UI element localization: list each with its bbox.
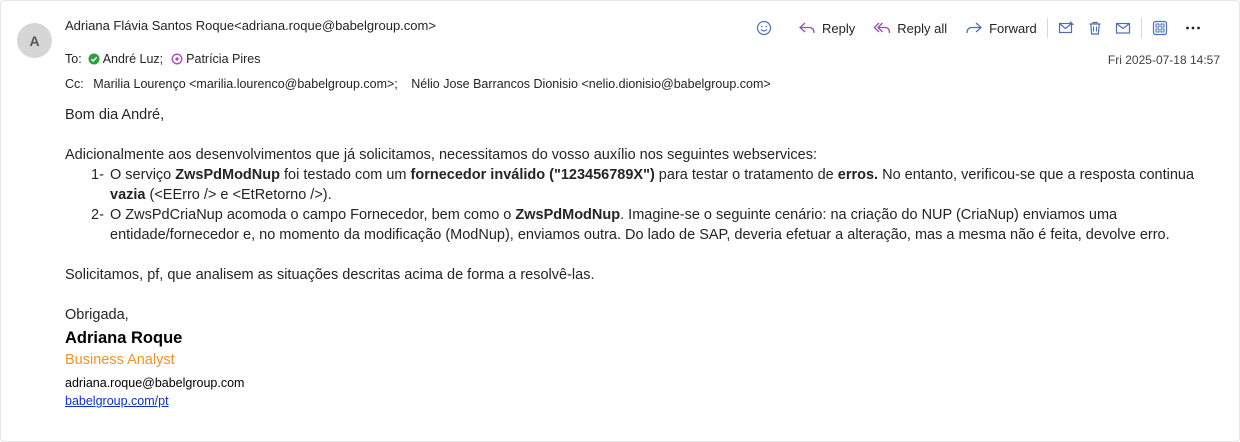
text-span: foi testado com um [279,167,411,183]
bold-span: vazia [110,187,146,203]
text-span: O serviço [110,167,176,183]
text-span: No entanto, verificou-se que a resposta … [878,167,1195,183]
toolbar-divider [1046,18,1048,38]
signature-name: Adriana Roque [65,329,183,347]
recipient-name: Patrícia Pires [186,52,261,66]
closing: Obrigada, [65,307,129,323]
avatar[interactable]: A [17,23,52,58]
list-item: 1- O serviço ZwsPdModNup foi testado com… [65,165,1215,205]
reply-all-arrow-icon [873,22,891,34]
list-number: 1- [91,167,104,183]
bold-span: ZwsPdModNup [175,167,280,183]
message-toolbar: Reply Reply all Forward [750,15,1208,41]
signature-email[interactable]: adriana.roque@babelgroup.com [65,374,1215,392]
toolbar-divider [1140,18,1142,38]
forward-arrow-icon [966,22,983,34]
recipient-patricia[interactable]: Patrícia Pires [171,52,261,66]
reply-button[interactable]: Reply [792,15,861,41]
text-span: para testar o tratamento de [654,167,838,183]
forward-label: Forward [989,20,1037,36]
reply-all-label: Reply all [897,20,948,36]
cc-recipient[interactable]: Marilia Lourenço <marilia.lourenco@babel… [93,77,398,91]
reaction-button[interactable] [750,15,778,41]
more-horizontal-icon [1185,26,1200,30]
more-actions-button[interactable] [1178,15,1208,41]
cc-recipient[interactable]: Nélio Jose Barrancos Dionisio <nelio.dio… [411,77,770,91]
greeting: Bom dia André, [65,107,165,123]
cc-recipients: Cc: Marilia Lourenço <marilia.lourenco@b… [65,77,781,91]
reply-all-button[interactable]: Reply all [867,15,953,41]
request-paragraph: Solicitamos, pf, que analisem as situaçõ… [65,267,595,283]
forward-button[interactable]: Forward [959,15,1043,41]
list-number: 2- [91,207,104,223]
bold-span: ZwsPdModNup [515,207,621,223]
sent-date: Fri 2025-07-18 14:57 [1107,53,1220,67]
request-list: 1- O serviço ZwsPdModNup foi testado com… [65,165,1215,245]
signature-website-link[interactable]: babelgroup.com/pt [65,392,1215,410]
intro-paragraph: Adicionalmente aos desenvolvimentos que … [65,147,817,163]
apps-grid-icon [1152,20,1167,36]
away-circle-icon [171,53,183,65]
smiley-icon [756,20,772,36]
reply-arrow-icon [799,22,815,34]
mark-unread-button[interactable] [1109,15,1137,41]
message-body: Bom dia André, Adicionalmente aos desenv… [65,105,1215,410]
envelope-edit-icon [1058,21,1074,34]
trash-icon [1089,21,1101,35]
cc-label: Cc: [65,77,84,91]
to-label: To: [65,52,82,66]
list-item: 2- O ZwsPdCriaNup acomoda o campo Fornec… [65,205,1215,245]
delete-button[interactable] [1081,15,1109,41]
recipient-name: André Luz; [102,52,164,66]
text-span: O ZwsPdCriaNup acomoda o campo Fornecedo… [110,207,516,223]
text-span: (<EErro /> e <EtRetorno />). [145,187,332,203]
envelope-icon [1115,22,1130,34]
available-check-icon [88,53,100,65]
to-recipients: To: André Luz; Patrícia Pires [65,52,269,66]
bold-span: fornecedor inválido ("123456789X") [410,167,655,183]
sender-name[interactable]: Adriana Flávia Santos Roque<adriana.roqu… [65,18,436,33]
bold-span: erros. [837,167,879,183]
signature-role: Business Analyst [65,352,175,368]
reply-label: Reply [822,20,856,36]
mark-read-button[interactable] [1052,15,1081,41]
recipient-andre[interactable]: André Luz; [88,52,163,66]
apps-button[interactable] [1146,15,1174,41]
